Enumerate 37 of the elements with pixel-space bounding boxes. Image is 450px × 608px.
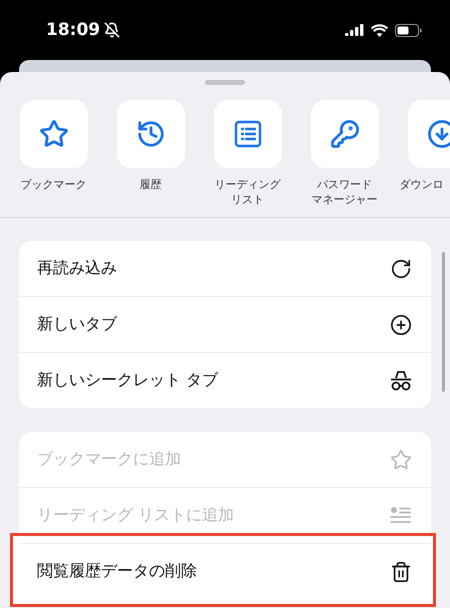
star-icon bbox=[390, 448, 412, 470]
menu-item-label: 新しいシークレット タブ bbox=[37, 370, 218, 391]
reload-icon bbox=[390, 258, 412, 280]
plus-circle-icon bbox=[390, 314, 412, 336]
shortcut-tile[interactable] bbox=[214, 100, 282, 168]
menu-item-label: 閲覧履歴データの削除 bbox=[37, 561, 197, 582]
incognito-icon bbox=[390, 370, 412, 390]
menu-item-label: リーディング リストに追加 bbox=[37, 505, 234, 526]
battery-icon bbox=[395, 24, 422, 36]
shortcut-label: マネージャー bbox=[312, 192, 378, 207]
key-icon bbox=[330, 119, 360, 149]
list-icon bbox=[234, 120, 262, 148]
shortcut-label: リスト bbox=[231, 192, 264, 207]
download-icon bbox=[426, 119, 450, 149]
shortcut-label: パスワード bbox=[317, 177, 372, 192]
shortcut-label: ダウンロ bbox=[400, 177, 444, 192]
status-time: 18:09 bbox=[46, 20, 100, 40]
drag-handle[interactable] bbox=[205, 80, 245, 85]
menu-item[interactable]: 閲覧履歴データの削除 bbox=[19, 543, 431, 599]
shortcut-tile[interactable] bbox=[310, 100, 378, 168]
trash-icon bbox=[390, 560, 412, 582]
shortcut-label: ブックマーク bbox=[20, 177, 86, 192]
signal-icon bbox=[345, 24, 364, 36]
menu-item[interactable]: 新しいタブ bbox=[19, 296, 431, 352]
menu-item-label: 再読み込み bbox=[37, 258, 117, 279]
shortcut-label: リーディング bbox=[214, 177, 280, 192]
history-icon bbox=[136, 119, 166, 149]
list-add-icon bbox=[390, 506, 412, 526]
shortcut-label: 履歴 bbox=[140, 177, 162, 192]
shortcut-tile[interactable] bbox=[116, 100, 184, 168]
menu-item-label: ブックマークに追加 bbox=[37, 449, 181, 470]
star-icon bbox=[38, 119, 68, 149]
menu-item-label: 新しいタブ bbox=[37, 314, 117, 335]
menu-item[interactable]: 新しいシークレット タブ bbox=[19, 352, 431, 408]
wifi-icon bbox=[371, 24, 388, 36]
shortcut-tile[interactable] bbox=[20, 100, 88, 168]
menu-item[interactable]: 再読み込み bbox=[19, 241, 431, 296]
